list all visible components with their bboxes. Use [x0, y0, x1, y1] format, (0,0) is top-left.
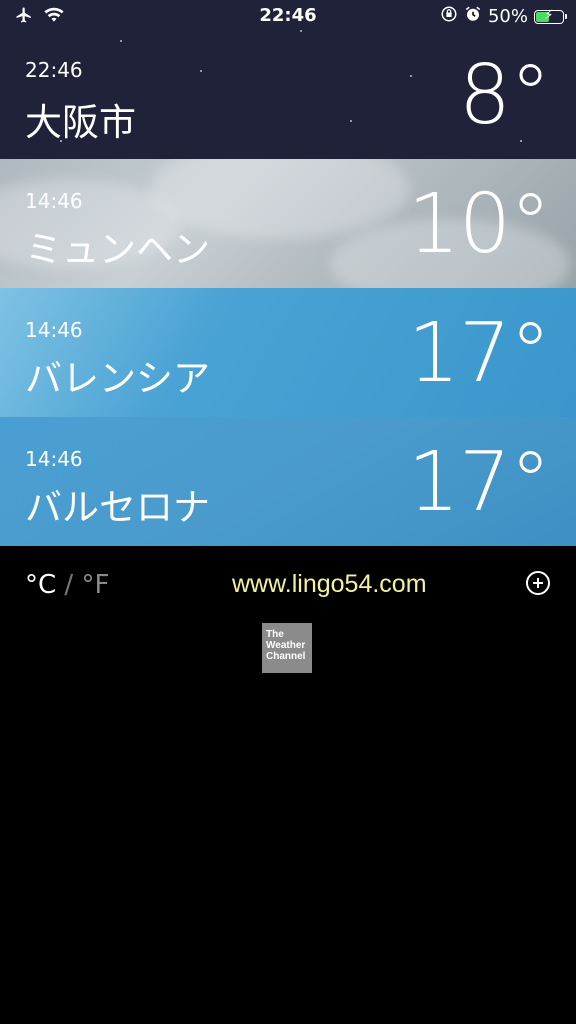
orientation-lock-icon: [440, 5, 458, 28]
weather-channel-logo[interactable]: The Weather Channel: [262, 623, 312, 673]
watermark-text: www.lingo54.com: [232, 570, 427, 598]
unit-fahrenheit[interactable]: °F: [81, 570, 109, 600]
city-row-valencia[interactable]: 14:46 バレンシア 17°: [0, 288, 576, 417]
unit-toggle[interactable]: °C / °F: [25, 570, 109, 600]
weather-footer: °C / °F www.lingo54.com: [0, 546, 576, 626]
city-temperature: 8°: [458, 48, 551, 143]
city-local-time: 14:46: [25, 318, 83, 342]
city-local-time: 14:46: [25, 189, 83, 213]
logo-line: Weather: [266, 640, 306, 651]
status-right: 50% ⚡: [440, 5, 567, 28]
city-temperature: 17°: [407, 306, 551, 401]
battery-icon: ⚡: [534, 7, 567, 24]
charging-bolt-icon: ⚡: [544, 7, 554, 23]
city-local-time: 14:46: [25, 447, 83, 471]
city-temperature: 10°: [407, 177, 551, 272]
city-name: 大阪市: [25, 101, 136, 144]
city-temperature: 17°: [407, 435, 551, 530]
plus-circle-icon[interactable]: [526, 571, 550, 595]
city-name: バレンシア: [25, 357, 210, 400]
city-row-munich[interactable]: 14:46 ミュンヘン 10°: [0, 159, 576, 288]
logo-line: Channel: [266, 651, 306, 662]
battery-percent: 50%: [487, 6, 528, 27]
city-row-barcelona[interactable]: 14:46 バルセロナ 17°: [0, 417, 576, 546]
unit-celsius[interactable]: °C: [25, 570, 56, 600]
city-name: バルセロナ: [25, 486, 210, 529]
unit-separator: /: [56, 570, 82, 600]
city-local-time: 22:46: [25, 58, 83, 82]
alarm-icon: [464, 5, 482, 28]
status-bar: 22:46 50% ⚡: [0, 0, 576, 32]
city-name: ミュンヘン: [25, 228, 210, 271]
logo-line: The: [266, 629, 284, 640]
